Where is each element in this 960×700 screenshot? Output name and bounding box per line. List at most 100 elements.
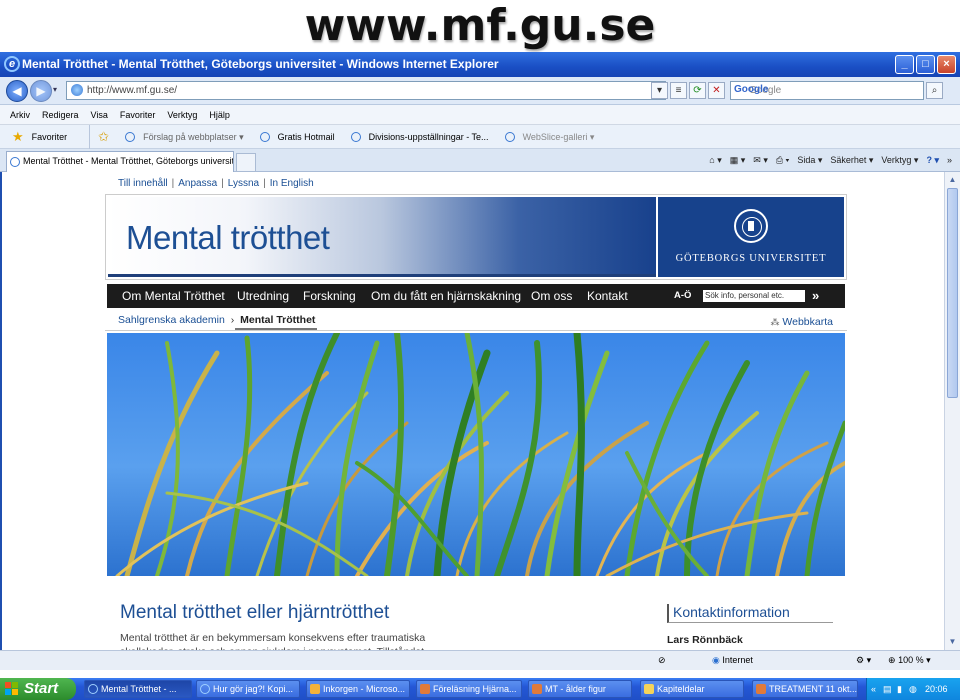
zoom-value: 100 %: [898, 655, 924, 665]
scroll-down-icon[interactable]: ▼: [947, 636, 958, 648]
task-label: Föreläsning Hjärna...: [433, 684, 517, 694]
address-toolbar: ◀ ▶ ▾ http://www.mf.gu.se/ ▾ ≡ ⟳ ✕ Googl…: [0, 77, 960, 105]
task-outlook[interactable]: Inkorgen - Microso...: [306, 680, 410, 698]
powerpoint-icon: [420, 684, 430, 694]
zone-indicator: ◉ Internet: [712, 651, 753, 670]
contact-heading: Kontaktinformation: [667, 604, 833, 623]
menu-favoriter[interactable]: Favoriter: [120, 105, 156, 124]
breadcrumb-current: Mental Trötthet: [240, 314, 316, 326]
stop-icon[interactable]: ✕: [708, 82, 725, 99]
new-tab-button[interactable]: [236, 153, 256, 172]
favorites-button[interactable]: ★ Favoriter: [12, 124, 91, 149]
tray-network-icon[interactable]: ▤: [883, 678, 892, 700]
ie-icon: e: [4, 56, 20, 72]
sitemap-link[interactable]: ⁂ Webbkarta: [770, 316, 833, 328]
search-input[interactable]: Google Google: [730, 81, 924, 100]
page-globe-icon: [71, 84, 83, 96]
fav-divisions[interactable]: Divisions-uppställningar - Te...: [350, 125, 497, 149]
powerpoint-icon: [532, 684, 542, 694]
help-icon[interactable]: ? ▾: [926, 152, 939, 169]
page-menu[interactable]: Sida ▾: [797, 152, 822, 169]
protected-mode-icon[interactable]: ⚙ ▾: [856, 651, 871, 670]
menu-redigera[interactable]: Redigera: [42, 105, 79, 124]
start-button[interactable]: Start: [0, 678, 76, 700]
tools-menu[interactable]: Verktyg ▾: [881, 152, 918, 169]
add-favorite-icon[interactable]: ✩: [98, 125, 117, 149]
window-titlebar[interactable]: e Mental Trötthet - Mental Trötthet, Göt…: [0, 52, 960, 77]
link-skip-to-content[interactable]: Till innehåll: [118, 178, 168, 189]
system-tray: « ▤ ▮ ◍ 20:06: [866, 678, 960, 700]
address-field[interactable]: http://www.mf.gu.se/: [66, 81, 666, 100]
ie-page-icon: [259, 131, 270, 142]
fav-label: Förslag på webbplatser ▾: [143, 131, 244, 142]
tray-signal-icon[interactable]: ▮: [897, 678, 902, 700]
zoom-control[interactable]: ⊕ 100 % ▾: [888, 651, 931, 670]
nav-hjarnskakning[interactable]: Om du fått en hjärnskakning: [371, 284, 521, 308]
nav-om-oss[interactable]: Om oss: [531, 284, 572, 308]
task-ppt-mt[interactable]: MT - ålder figur: [528, 680, 632, 698]
az-index-link[interactable]: A-Ö: [674, 284, 691, 308]
task-label: Kapiteldelar: [657, 684, 705, 694]
task-ie-kopi[interactable]: Hur gör jag?! Kopi...: [196, 680, 300, 698]
maximize-button[interactable]: □: [916, 55, 935, 74]
fav-suggested-sites[interactable]: Förslag på webbplatser ▾: [125, 125, 252, 149]
task-label: Inkorgen - Microso...: [323, 684, 406, 694]
ie-page-icon: [504, 131, 515, 142]
link-listen[interactable]: Lyssna: [228, 178, 259, 189]
tray-arrow-icon[interactable]: «: [871, 678, 876, 700]
scroll-thumb[interactable]: [947, 188, 958, 398]
scroll-up-icon[interactable]: ▲: [947, 174, 958, 186]
fav-label: Divisions-uppställningar - Te...: [368, 131, 489, 142]
clock[interactable]: 20:06: [925, 678, 948, 700]
link-customize[interactable]: Anpassa: [178, 178, 217, 189]
powerpoint-icon: [756, 684, 766, 694]
start-label: Start: [24, 680, 59, 697]
search-icon[interactable]: ⌕: [926, 82, 943, 99]
home-icon[interactable]: ⌂ ▾: [709, 152, 721, 169]
menu-verktyg[interactable]: Verktyg: [167, 105, 197, 124]
nav-kontakt[interactable]: Kontakt: [587, 284, 628, 308]
address-dropdown-icon[interactable]: ▾: [651, 82, 668, 99]
compatibility-icon[interactable]: ≡: [670, 82, 687, 99]
refresh-icon[interactable]: ⟳: [689, 82, 706, 99]
task-label: TREATMENT 11 okt...: [769, 684, 858, 694]
popup-blocker-icon[interactable]: ⊘: [658, 651, 666, 670]
more-commands[interactable]: »: [947, 152, 952, 169]
forward-button[interactable]: ▶: [30, 80, 52, 102]
fav-webslice[interactable]: WebSlice-galleri ▾: [504, 125, 603, 149]
minimize-button[interactable]: _: [895, 55, 914, 74]
folder-icon: [644, 684, 654, 694]
nav-om-mental-trotthet[interactable]: Om Mental Trötthet: [122, 284, 225, 308]
close-button[interactable]: ×: [937, 55, 956, 74]
status-bar: ⊘ ◉ Internet ⚙ ▾ ⊕ 100 % ▾: [0, 650, 960, 670]
ie-task-icon: [88, 684, 98, 694]
feeds-icon[interactable]: ▦ ▾: [730, 152, 746, 169]
windows-taskbar: Start Mental Trötthet - ... Hur gör jag?…: [0, 678, 960, 700]
task-ie-mental[interactable]: Mental Trötthet - ...: [84, 680, 192, 698]
print-icon[interactable]: ⎙ ▾: [776, 152, 789, 169]
banner-title-area[interactable]: Mental trötthet: [108, 197, 656, 277]
back-button[interactable]: ◀: [6, 80, 28, 102]
fav-hotmail[interactable]: Gratis Hotmail: [259, 125, 343, 149]
menu-arkiv[interactable]: Arkiv: [10, 105, 30, 124]
breadcrumb-parent[interactable]: Sahlgrenska akademin: [118, 314, 225, 326]
site-search-go[interactable]: »: [812, 284, 819, 308]
tray-app-icon[interactable]: ◍: [909, 678, 917, 700]
link-english[interactable]: In English: [270, 178, 314, 189]
tab-mental-trotthet[interactable]: Mental Trötthet - Mental Trötthet, Göteb…: [6, 151, 234, 172]
task-folder[interactable]: Kapiteldelar: [640, 680, 744, 698]
task-treatment[interactable]: TREATMENT 11 okt...: [752, 680, 858, 698]
menu-hjalp[interactable]: Hjälp: [209, 105, 230, 124]
page-viewport: Till innehåll | Anpassa | Lyssna | In English …: [0, 172, 944, 650]
task-ppt-forelasning[interactable]: Föreläsning Hjärna...: [416, 680, 522, 698]
window-controls: _ □ ×: [895, 55, 956, 74]
vertical-scrollbar[interactable]: ▲ ▼: [944, 172, 960, 650]
safety-menu[interactable]: Säkerhet ▾: [830, 152, 873, 169]
site-search-input[interactable]: Sök info, personal etc.: [703, 290, 805, 302]
mail-icon[interactable]: ✉ ▾: [753, 152, 768, 169]
nav-utredning[interactable]: Utredning: [237, 284, 289, 308]
history-dropdown-icon[interactable]: ▾: [53, 85, 57, 94]
menu-visa[interactable]: Visa: [91, 105, 108, 124]
nav-forskning[interactable]: Forskning: [303, 284, 356, 308]
university-logo[interactable]: GÖTEBORGS UNIVERSITET: [658, 197, 844, 277]
